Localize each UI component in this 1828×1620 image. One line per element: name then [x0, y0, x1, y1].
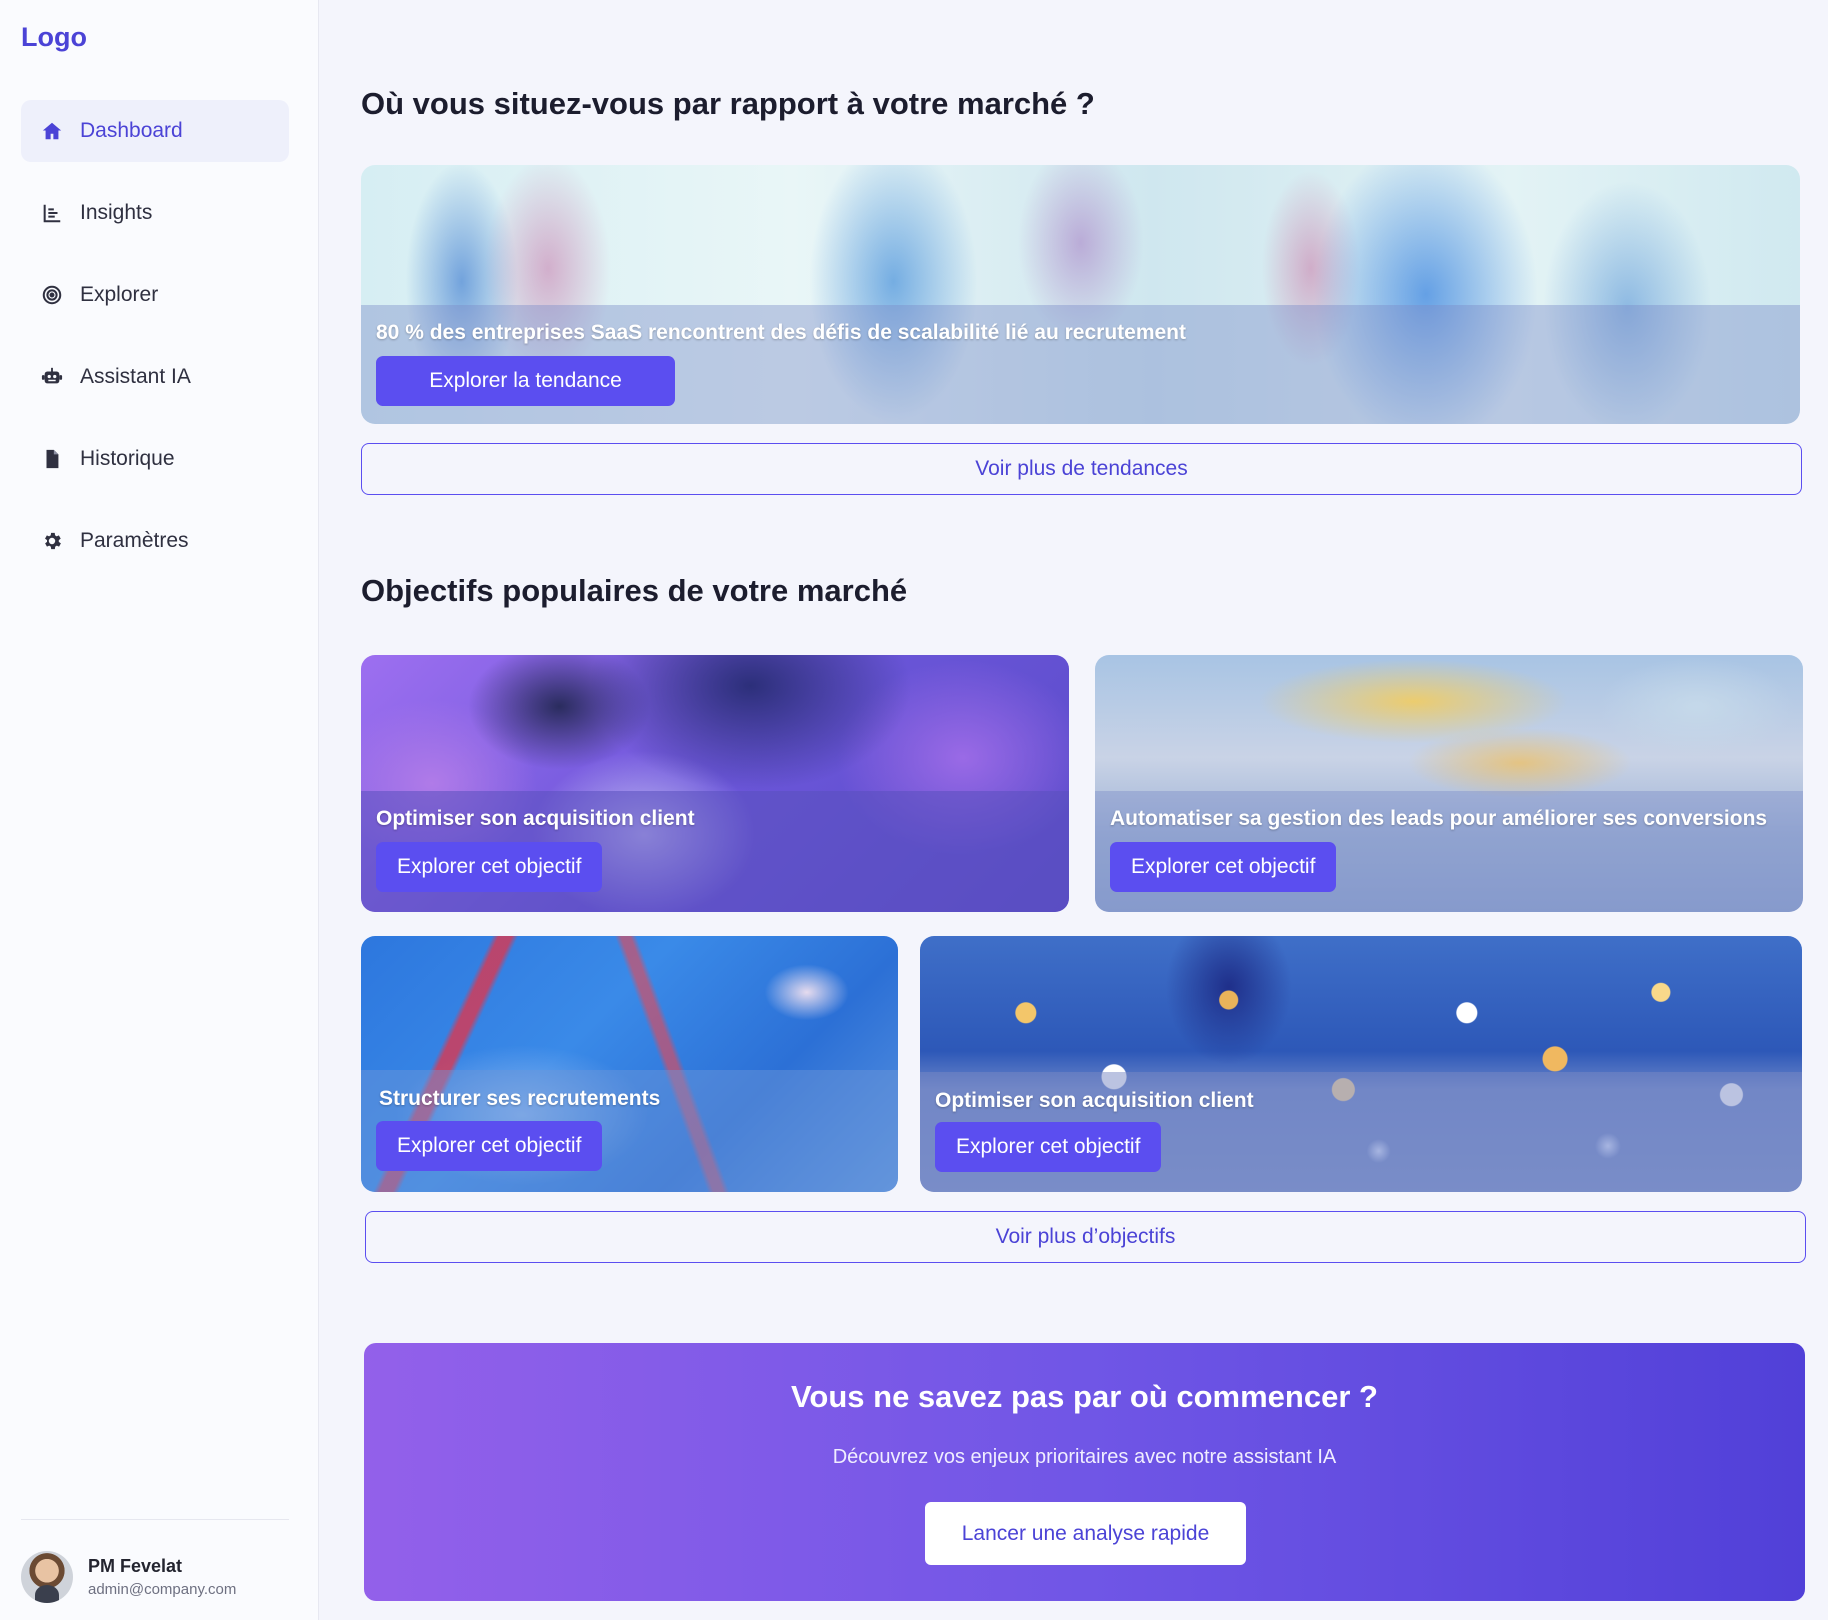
sidebar-item-label: Explorer — [80, 283, 159, 306]
objective-card: Structurer ses recrutements Explorer cet… — [361, 936, 898, 1192]
sidebar-nav: Dashboard Insights Explorer Assistant IA… — [21, 100, 289, 592]
sidebar-item-dashboard[interactable]: Dashboard — [21, 100, 289, 162]
avatar — [21, 1551, 73, 1603]
trend-card: 80 % des entreprises SaaS rencontrent de… — [361, 165, 1800, 424]
sidebar-item-insights[interactable]: Insights — [21, 182, 289, 244]
robot-icon — [40, 365, 64, 389]
objective-card-caption: Structurer ses recrutements — [379, 1087, 661, 1110]
market-section-title: Où vous situez-vous par rapport à votre … — [361, 86, 1095, 121]
sidebar-item-parametres[interactable]: Paramètres — [21, 510, 289, 572]
user-email: admin@company.com — [88, 1581, 237, 1598]
objective-card-caption: Optimiser son acquisition client — [935, 1089, 1254, 1112]
objective-card-caption: Automatiser sa gestion des leads pour am… — [1110, 807, 1768, 830]
explore-objective-button[interactable]: Explorer cet objectif — [935, 1122, 1162, 1172]
objectives-section-title: Objectifs populaires de votre marché — [361, 573, 908, 608]
gear-icon — [40, 529, 64, 553]
target-icon — [40, 283, 64, 307]
explore-objective-button[interactable]: Explorer cet objectif — [376, 842, 603, 892]
objective-card: Optimiser son acquisition client Explore… — [361, 655, 1069, 912]
sidebar-item-label: Historique — [80, 447, 175, 470]
chart-icon — [40, 201, 64, 225]
sidebar-item-explorer[interactable]: Explorer — [21, 264, 289, 326]
sidebar-divider — [21, 1519, 289, 1520]
objective-card: Optimiser son acquisition client Explore… — [920, 936, 1802, 1192]
home-icon — [40, 119, 64, 143]
cta-title: Vous ne savez pas par où commencer ? — [791, 1379, 1378, 1414]
sidebar-item-label: Insights — [80, 201, 153, 224]
more-objectives-button[interactable]: Voir plus d’objectifs — [365, 1211, 1806, 1263]
objective-card-caption: Optimiser son acquisition client — [376, 807, 695, 830]
explore-trend-button[interactable]: Explorer la tendance — [376, 356, 675, 406]
sidebar-item-label: Dashboard — [80, 119, 183, 142]
user-name: PM Fevelat — [88, 1556, 183, 1576]
cta-subtitle: Découvrez vos enjeux prioritaires avec n… — [832, 1446, 1337, 1468]
sidebar-item-assistant-ia[interactable]: Assistant IA — [21, 346, 289, 408]
explore-objective-button[interactable]: Explorer cet objectif — [1110, 842, 1337, 892]
more-trends-button[interactable]: Voir plus de tendances — [361, 443, 1802, 495]
objective-card: Automatiser sa gestion des leads pour am… — [1095, 655, 1803, 912]
explore-objective-button[interactable]: Explorer cet objectif — [376, 1121, 603, 1171]
sidebar: Logo Dashboard Insights Explorer Assista… — [0, 0, 319, 1620]
sidebar-item-label: Paramètres — [80, 529, 189, 552]
file-icon — [40, 447, 64, 471]
logo[interactable]: Logo — [21, 22, 87, 53]
user-profile[interactable]: PM Fevelat admin@company.com — [21, 1551, 236, 1603]
sidebar-item-historique[interactable]: Historique — [21, 428, 289, 490]
trend-card-caption: 80 % des entreprises SaaS rencontrent de… — [376, 321, 1186, 344]
cta-banner: Vous ne savez pas par où commencer ? Déc… — [364, 1343, 1805, 1601]
sidebar-item-label: Assistant IA — [80, 365, 191, 388]
quick-analysis-button[interactable]: Lancer une analyse rapide — [925, 1502, 1246, 1565]
